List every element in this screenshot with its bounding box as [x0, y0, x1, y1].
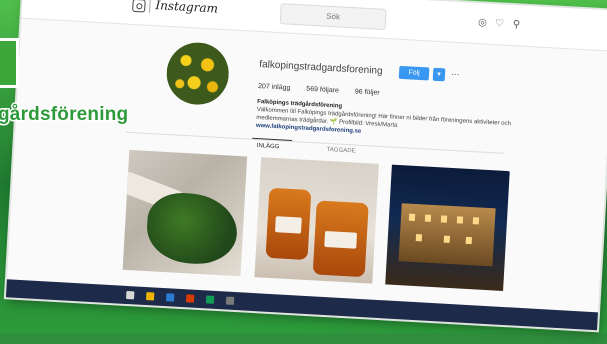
followers-count[interactable]: 569 följare — [306, 86, 339, 95]
green-label-box — [0, 38, 19, 88]
post-thumbnail[interactable] — [254, 157, 379, 284]
browser-screen: Instagram ◎ ♡ ⚲ falkopingstradgardsforen… — [5, 0, 607, 331]
camera-icon[interactable] — [132, 0, 146, 13]
photo-jar — [312, 200, 369, 278]
profile-stats: 207 inlägg 569 följare 96 följer — [258, 83, 394, 98]
logo-divider — [149, 0, 151, 13]
profile-username: falkopingstradgardsforening — [258, 59, 383, 77]
tilted-screenshot: Instagram ◎ ♡ ⚲ falkopingstradgardsforen… — [5, 0, 607, 344]
tab-posts[interactable]: INLÄGG — [257, 143, 280, 150]
taskbar-app-icon[interactable] — [225, 296, 235, 305]
heart-icon[interactable]: ♡ — [494, 18, 506, 30]
post-thumbnail[interactable] — [122, 149, 248, 277]
tab-tagged[interactable]: TAGGADE — [326, 147, 355, 155]
taskbar-app-icon[interactable] — [205, 295, 215, 304]
photo-greenery — [145, 191, 239, 266]
follow-button[interactable]: Följ — [398, 65, 430, 81]
profile-bio: Falköpings trädgårdsförening Välkommen t… — [256, 98, 517, 144]
overlay-banner-text: gårdsförening — [0, 103, 130, 127]
instagram-logo-text[interactable]: Instagram — [155, 0, 218, 16]
search-input[interactable] — [279, 3, 387, 31]
taskbar-app-icon[interactable] — [165, 293, 175, 302]
following-count[interactable]: 96 följer — [355, 88, 380, 96]
photo-building — [398, 203, 496, 267]
profile-avatar[interactable] — [165, 40, 231, 107]
instagram-topbar: Instagram ◎ ♡ ⚲ — [21, 0, 607, 52]
posts-count: 207 inlägg — [257, 82, 291, 92]
suggested-dropdown-button[interactable]: ▾ — [432, 67, 446, 82]
taskbar-app-icon[interactable] — [126, 290, 135, 300]
compass-icon[interactable]: ◎ — [477, 17, 489, 29]
post-thumbnail[interactable] — [385, 164, 510, 291]
more-options-button[interactable]: ... — [451, 67, 460, 78]
photo-jar — [265, 187, 312, 261]
taskbar-app-icon[interactable] — [145, 292, 155, 301]
taskbar-app-icon[interactable] — [185, 294, 195, 303]
profile-icon[interactable]: ⚲ — [511, 19, 523, 31]
